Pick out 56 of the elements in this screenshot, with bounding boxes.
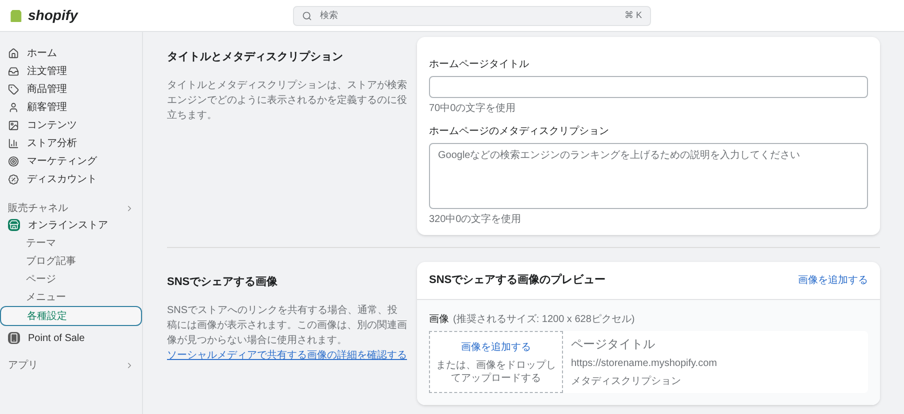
chevron-icon[interactable] xyxy=(125,360,134,370)
nav-item[interactable]: 顧客管理 xyxy=(27,100,67,114)
nav-item[interactable]: ディスカウント xyxy=(27,172,97,186)
nav-item[interactable]: コンテンツ xyxy=(27,118,77,132)
nav-item[interactable]: マーケティング xyxy=(27,154,97,168)
inbox-icon xyxy=(8,66,19,76)
search-placeholder: 検索 xyxy=(320,8,339,22)
discount-badge-icon xyxy=(8,174,19,184)
subnav-item[interactable]: メニュー xyxy=(0,288,142,306)
tag-icon xyxy=(8,84,19,94)
section-title: タイトルとメタディスクリプション xyxy=(167,50,344,65)
nav-item[interactable]: ストア分析 xyxy=(27,136,77,150)
subnav-item[interactable]: ページ xyxy=(0,270,142,288)
description-textarea[interactable]: Googleなどの検索エンジンのランキングを上げるための説明を入力してください xyxy=(429,143,868,209)
chevron-icon[interactable] xyxy=(125,204,134,212)
field-label: ホームページタイトル xyxy=(429,58,530,72)
section-description: タイトルとメタディスクリプションは、ストアが検索エンジンでどのように表示されるかを定義するのに役立ちます。 xyxy=(167,78,407,122)
subnav-item[interactable]: テーマ xyxy=(0,234,142,252)
pos-icon xyxy=(8,332,20,344)
preview-title: ページタイトル xyxy=(571,336,656,353)
size-hint: (推奨されるサイズ: 1200 x 628ピクセル) xyxy=(453,312,635,327)
field-label: 画像 xyxy=(429,313,449,327)
logo-text: shopify xyxy=(28,6,78,25)
shortcut-hint: ⌘ K xyxy=(624,8,642,22)
section-heading: 販売チャネル xyxy=(8,202,68,216)
card-title: SNSでシェアする画像のプレビュー xyxy=(429,272,606,288)
nav-item[interactable]: ホーム xyxy=(27,46,57,60)
nav-item[interactable]: 注文管理 xyxy=(27,64,67,78)
nav-item[interactable]: Point of Sale xyxy=(28,330,85,346)
learn-more-link[interactable]: ソーシャルメディアで共有する画像の詳細を確認する xyxy=(167,350,407,360)
subnav-item[interactable]: ブログ記事 xyxy=(0,252,142,270)
section-description: SNSでストアへのリンクを共有する場合、通常、投稿には画像が表示されます。この画像は、別の関連画像が見つからない場合に使用されます。 ソーシャルメディアで共有する画像の詳細を確認する xyxy=(167,304,407,362)
house-icon xyxy=(8,48,19,58)
nav-item[interactable]: 商品管理 xyxy=(27,82,67,96)
target-icon xyxy=(8,156,19,166)
nav-item[interactable]: オンラインストア xyxy=(28,218,108,232)
search-field[interactable]: 検索 ⌘ K xyxy=(293,6,651,26)
add-image-link[interactable]: 画像を追加する xyxy=(798,273,868,288)
character-count: 320中0の文字を使用 xyxy=(429,212,522,227)
image-dropzone[interactable]: 画像を追加する または、画像をドロップしてアップロードする xyxy=(429,331,563,393)
search-icon xyxy=(302,10,312,20)
section-heading: アプリ xyxy=(8,358,38,372)
logo-icon xyxy=(8,8,24,24)
subnav-item[interactable]: 各種設定 xyxy=(0,306,142,326)
character-count: 70中0の文字を使用 xyxy=(429,102,517,116)
upload-link[interactable]: 画像を追加する xyxy=(461,340,531,354)
bar-chart-icon xyxy=(8,138,19,148)
upload-hint: または、画像をドロップしてアップロードする xyxy=(435,358,557,384)
store-icon xyxy=(8,219,20,231)
section-title: SNSでシェアする画像 xyxy=(167,275,279,290)
person-icon xyxy=(8,102,19,112)
preview-description: メタディスクリプション xyxy=(571,374,682,389)
field-label: ホームページのメタディスクリプション xyxy=(429,124,610,139)
image-icon xyxy=(8,120,19,130)
title-input[interactable] xyxy=(429,76,868,98)
preview-url: https://storename.myshopify.com xyxy=(571,357,718,371)
